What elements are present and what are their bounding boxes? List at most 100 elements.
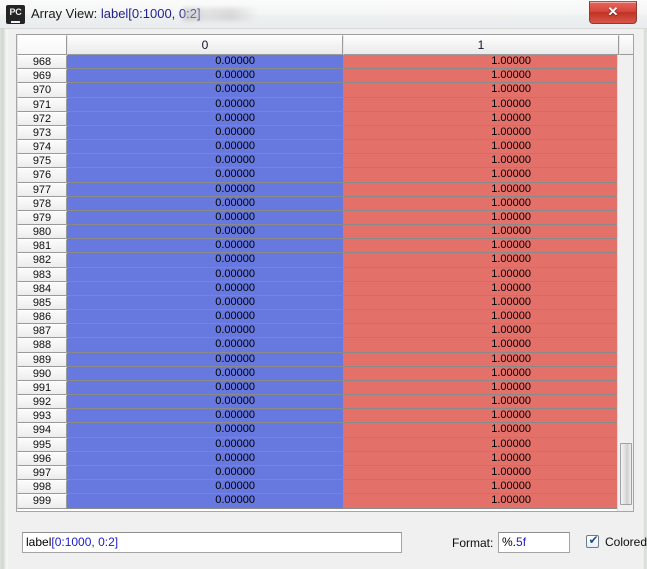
close-button[interactable]: ✕ — [589, 1, 637, 24]
row-header[interactable]: 999 — [17, 494, 67, 509]
table-cell[interactable]: 1.00000 — [343, 423, 619, 438]
table-cell[interactable]: 0.00000 — [67, 281, 343, 296]
table-cell[interactable]: 1.00000 — [343, 210, 619, 226]
row-header[interactable]: 983 — [17, 267, 67, 282]
row-header[interactable]: 982 — [17, 253, 67, 268]
table-cell[interactable]: 1.00000 — [343, 494, 619, 509]
table-cell[interactable]: 0.00000 — [67, 395, 343, 410]
table-cell[interactable]: 1.00000 — [343, 55, 619, 70]
table-cell[interactable]: 1.00000 — [343, 451, 619, 466]
row-header[interactable]: 973 — [17, 125, 67, 141]
row-header[interactable]: 989 — [17, 352, 67, 367]
row-header[interactable]: 985 — [17, 295, 67, 311]
row-header[interactable]: 990 — [17, 366, 67, 381]
table-cell[interactable]: 0.00000 — [67, 55, 343, 70]
row-header[interactable]: 986 — [17, 310, 67, 325]
table-cell[interactable]: 0.00000 — [67, 125, 343, 141]
table-cell[interactable]: 0.00000 — [67, 423, 343, 438]
table-cell[interactable]: 0.00000 — [67, 366, 343, 381]
table-cell[interactable]: 1.00000 — [343, 83, 619, 98]
table-cell[interactable]: 1.00000 — [343, 380, 619, 396]
row-header[interactable]: 969 — [17, 69, 67, 84]
table-cell[interactable]: 0.00000 — [67, 310, 343, 325]
table-cell[interactable]: 1.00000 — [343, 182, 619, 197]
table-cell[interactable]: 1.00000 — [343, 352, 619, 367]
row-header[interactable]: 976 — [17, 168, 67, 183]
table-cell[interactable]: 0.00000 — [67, 338, 343, 353]
table-cell[interactable]: 0.00000 — [67, 83, 343, 98]
table-cell[interactable]: 1.00000 — [343, 267, 619, 282]
table-cell[interactable]: 1.00000 — [343, 69, 619, 84]
title-bar[interactable]: PC Array View: label[0:1000, 0:2] ✕ — [0, 0, 647, 29]
row-header[interactable]: 984 — [17, 281, 67, 296]
row-header[interactable]: 993 — [17, 409, 67, 424]
table-cell[interactable]: 1.00000 — [343, 281, 619, 296]
table-cell[interactable]: 1.00000 — [343, 125, 619, 141]
row-header[interactable]: 997 — [17, 465, 67, 481]
table-cell[interactable]: 0.00000 — [67, 168, 343, 183]
table-cell[interactable]: 1.00000 — [343, 295, 619, 311]
row-header[interactable]: 974 — [17, 140, 67, 155]
table-cell[interactable]: 1.00000 — [343, 338, 619, 353]
table-cell[interactable]: 0.00000 — [67, 239, 343, 254]
table-cell[interactable]: 1.00000 — [343, 437, 619, 452]
table-cell[interactable]: 0.00000 — [67, 295, 343, 311]
table-cell[interactable]: 1.00000 — [343, 140, 619, 155]
table-cell[interactable]: 0.00000 — [67, 225, 343, 240]
row-header[interactable]: 970 — [17, 83, 67, 98]
table-cell[interactable]: 1.00000 — [343, 225, 619, 240]
row-header[interactable]: 995 — [17, 437, 67, 452]
row-header[interactable]: 968 — [17, 55, 67, 70]
table-cell[interactable]: 1.00000 — [343, 168, 619, 183]
table-cell[interactable]: 0.00000 — [67, 196, 343, 211]
row-header[interactable]: 998 — [17, 480, 67, 495]
table-cell[interactable]: 1.00000 — [343, 196, 619, 211]
table-cell[interactable]: 1.00000 — [343, 239, 619, 254]
table-cell[interactable]: 1.00000 — [343, 409, 619, 424]
table-cell[interactable]: 1.00000 — [343, 154, 619, 169]
column-header-1[interactable]: 1 — [343, 35, 619, 55]
table-cell[interactable]: 0.00000 — [67, 494, 343, 509]
table-cell[interactable]: 0.00000 — [67, 111, 343, 126]
table-cell[interactable]: 0.00000 — [67, 465, 343, 481]
table-cell[interactable]: 1.00000 — [343, 465, 619, 481]
table-cell[interactable]: 1.00000 — [343, 480, 619, 495]
table-cell[interactable]: 1.00000 — [343, 395, 619, 410]
row-header[interactable]: 991 — [17, 380, 67, 396]
row-header[interactable]: 992 — [17, 395, 67, 410]
table-cell[interactable]: 1.00000 — [343, 253, 619, 268]
row-header[interactable]: 971 — [17, 97, 67, 112]
format-input[interactable]: %.5f — [498, 532, 570, 553]
table-cell[interactable]: 1.00000 — [343, 111, 619, 126]
table-cell[interactable]: 0.00000 — [67, 480, 343, 495]
table-cell[interactable]: 0.00000 — [67, 154, 343, 169]
row-header[interactable]: 977 — [17, 182, 67, 197]
table-cell[interactable]: 0.00000 — [67, 253, 343, 268]
row-header[interactable]: 979 — [17, 210, 67, 226]
row-header[interactable]: 994 — [17, 423, 67, 438]
row-header[interactable]: 972 — [17, 111, 67, 126]
table-cell[interactable]: 0.00000 — [67, 69, 343, 84]
vertical-scrollbar[interactable] — [617, 55, 633, 511]
row-header[interactable]: 980 — [17, 225, 67, 240]
table-cell[interactable]: 0.00000 — [67, 380, 343, 396]
table-cell[interactable]: 0.00000 — [67, 437, 343, 452]
table-corner-header[interactable] — [17, 35, 67, 55]
table-cell[interactable]: 0.00000 — [67, 409, 343, 424]
row-header[interactable]: 988 — [17, 338, 67, 353]
table-cell[interactable]: 0.00000 — [67, 324, 343, 339]
table-cell[interactable]: 1.00000 — [343, 310, 619, 325]
table-cell[interactable]: 0.00000 — [67, 210, 343, 226]
table-cell[interactable]: 0.00000 — [67, 140, 343, 155]
column-header-0[interactable]: 0 — [67, 35, 343, 55]
row-header[interactable]: 987 — [17, 324, 67, 339]
expression-input[interactable]: label[0:1000, 0:2] — [22, 532, 402, 553]
row-header[interactable]: 975 — [17, 154, 67, 169]
row-header[interactable]: 981 — [17, 239, 67, 254]
vertical-scrollbar-thumb[interactable] — [620, 443, 632, 505]
table-cell[interactable]: 1.00000 — [343, 97, 619, 112]
table-cell[interactable]: 0.00000 — [67, 267, 343, 282]
table-cell[interactable]: 0.00000 — [67, 352, 343, 367]
table-cell[interactable]: 1.00000 — [343, 366, 619, 381]
row-header[interactable]: 996 — [17, 451, 67, 466]
